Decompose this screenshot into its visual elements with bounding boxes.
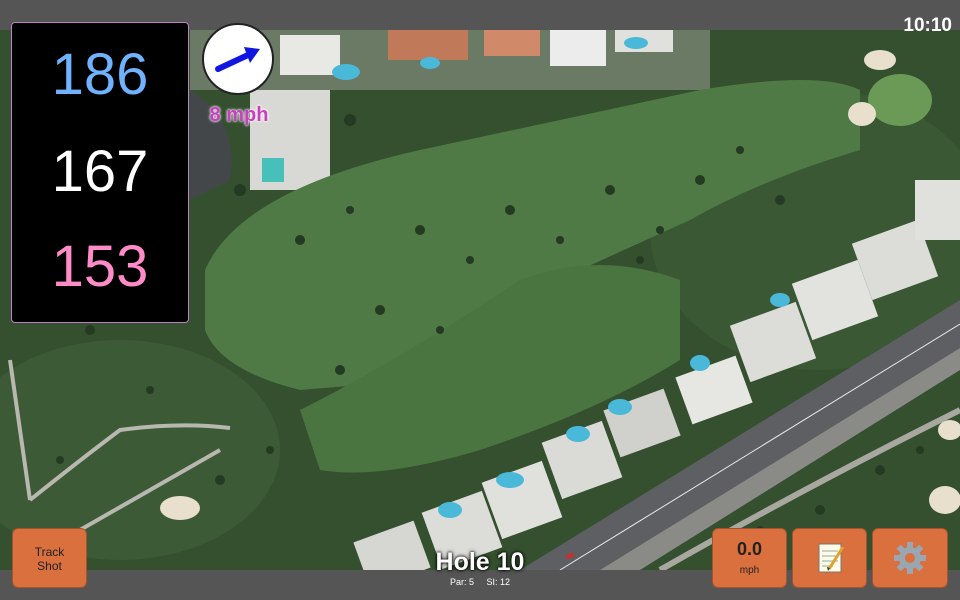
- hole-info: Par: 5 SI: 12: [380, 577, 580, 587]
- yardage-front: 153: [51, 234, 149, 299]
- speed-value: 0.0: [736, 539, 763, 559]
- speed-unit: mph: [739, 565, 760, 576]
- notepad-icon: [818, 543, 845, 573]
- status-time: 10:10: [903, 15, 952, 36]
- yardage-back: 186: [51, 42, 149, 107]
- gear-icon: [894, 542, 926, 574]
- yardage-panel: 186 167 153: [11, 22, 189, 323]
- settings-button[interactable]: [872, 528, 948, 588]
- wind-speed: 8 mph: [209, 104, 269, 126]
- arrow-right-icon: [215, 47, 260, 72]
- notes-button[interactable]: [792, 528, 867, 588]
- hole-par: Par: 5: [449, 577, 474, 587]
- yardage-middle: 167: [51, 139, 149, 204]
- speed-button[interactable]: 0.0 mph: [712, 528, 787, 588]
- hole-title: Hole 10: [435, 548, 525, 576]
- wind-indicator: [202, 23, 274, 95]
- track-shot-label-line2: Shot: [37, 559, 62, 573]
- track-shot-button[interactable]: Track Shot: [12, 528, 87, 588]
- track-shot-label-line1: Track: [34, 545, 65, 559]
- hole-stroke-index: SI: 12: [486, 577, 511, 587]
